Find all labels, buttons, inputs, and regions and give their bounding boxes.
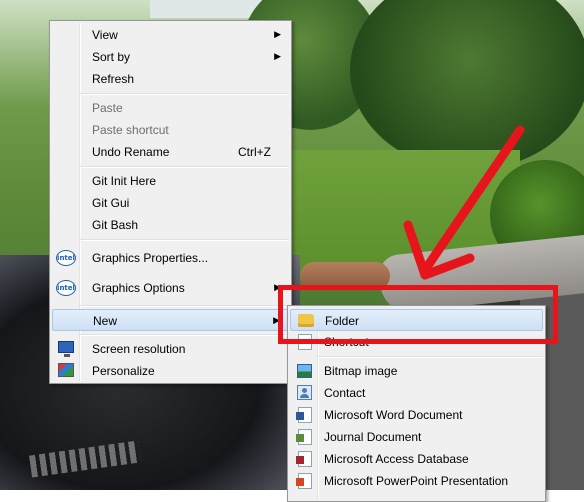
menu-item-personalize[interactable]: Personalize (52, 360, 289, 382)
menu-separator (80, 334, 289, 336)
menu-item-screen-resolution[interactable]: Screen resolution (52, 338, 289, 360)
personalize-icon (56, 363, 76, 379)
desktop-context-menu: View ▶ Sort by ▶ Refresh Paste Paste sho… (49, 20, 292, 384)
annotation-highlight-box (278, 285, 558, 344)
menu-separator (318, 356, 543, 358)
menu-item-new[interactable]: New ▶ (52, 309, 289, 331)
access-database-icon (294, 451, 314, 467)
menu-item-git-gui[interactable]: Git Gui (52, 192, 289, 214)
menu-item-sort-by[interactable]: Sort by ▶ (52, 46, 289, 68)
intel-icon: intel (56, 250, 76, 266)
menu-separator (80, 166, 289, 168)
submenu-arrow-icon: ▶ (274, 29, 281, 39)
submenu-item-contact[interactable]: Contact (290, 382, 543, 404)
menu-separator (80, 93, 289, 95)
submenu-item-bitmap-image[interactable]: Bitmap image (290, 360, 543, 382)
submenu-item-access-database[interactable]: Microsoft Access Database (290, 448, 543, 470)
submenu-item-word-document[interactable]: Microsoft Word Document (290, 404, 543, 426)
word-document-icon (294, 407, 314, 423)
submenu-arrow-icon: ▶ (274, 51, 281, 61)
menu-item-git-bash[interactable]: Git Bash (52, 214, 289, 236)
menu-separator (80, 305, 289, 307)
menu-item-graphics-options[interactable]: intel Graphics Options ▶ (52, 275, 289, 301)
menu-item-paste: Paste (92, 101, 123, 115)
shortcut-key-label: Ctrl+Z (238, 145, 271, 159)
powerpoint-presentation-icon (294, 473, 314, 489)
tree (350, 0, 584, 170)
bitmap-image-icon (294, 363, 314, 379)
menu-item-refresh[interactable]: Refresh (52, 68, 289, 90)
journal-document-icon (294, 429, 314, 445)
submenu-item-journal-document[interactable]: Journal Document (290, 426, 543, 448)
menu-item-view[interactable]: View ▶ (52, 24, 289, 46)
menu-item-git-init-here[interactable]: Git Init Here (52, 170, 289, 192)
menu-item-undo-rename[interactable]: Undo Rename Ctrl+Z (52, 141, 289, 163)
menu-separator (80, 239, 289, 241)
intel-icon: intel (56, 280, 76, 296)
menu-item-graphics-properties[interactable]: intel Graphics Properties... (52, 245, 289, 271)
screen-resolution-icon (56, 341, 76, 357)
contact-icon (294, 385, 314, 401)
menu-item-paste-shortcut: Paste shortcut (92, 123, 169, 137)
submenu-item-powerpoint-presentation[interactable]: Microsoft PowerPoint Presentation (290, 470, 543, 492)
